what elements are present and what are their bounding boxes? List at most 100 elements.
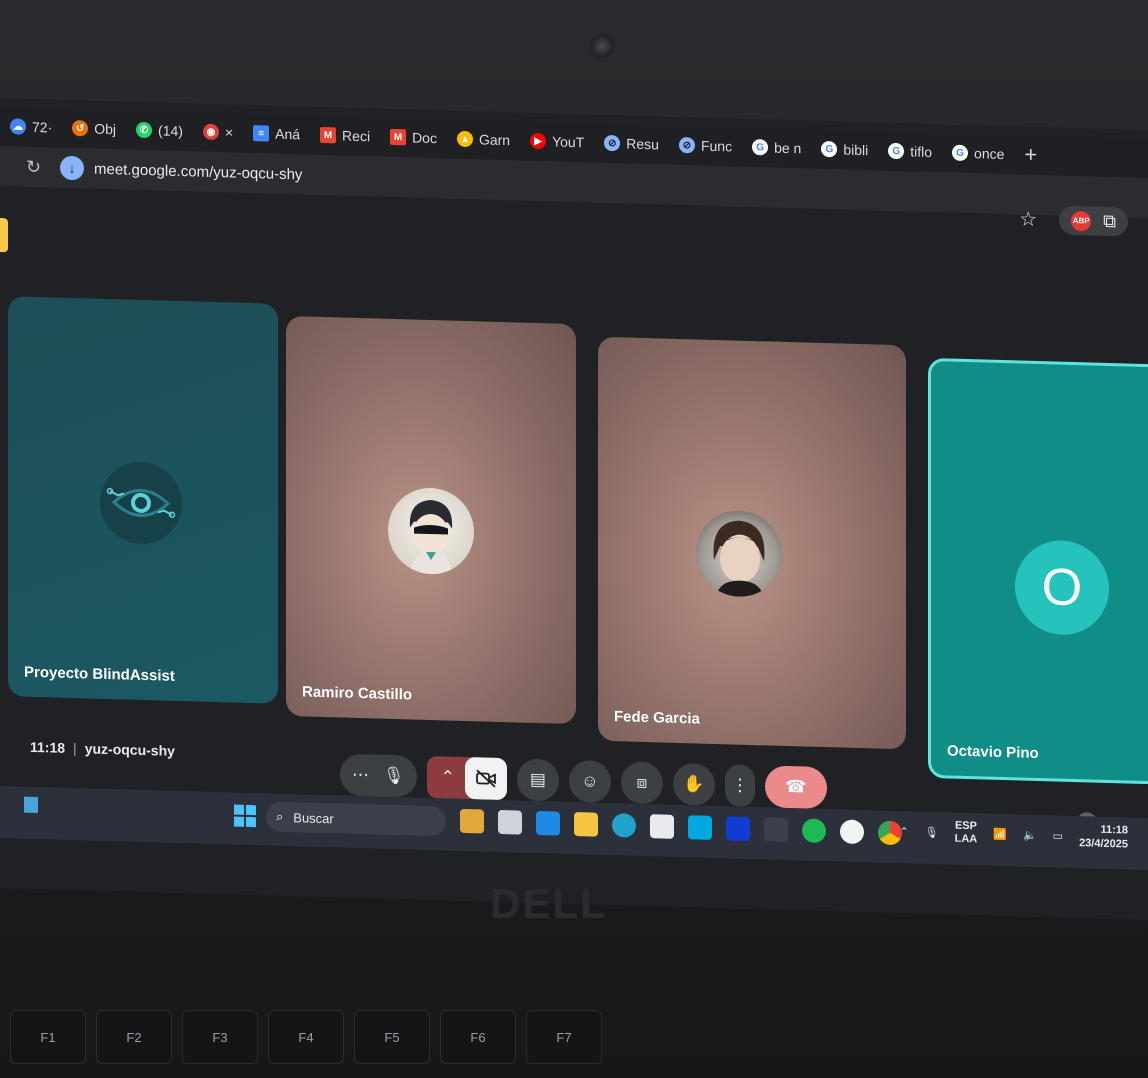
extensions-pill: ABP ⧉: [1059, 205, 1128, 237]
chrome-icon[interactable]: [878, 820, 902, 846]
eye-circuit-icon: [106, 487, 176, 519]
whatsapp-icon: ✆: [136, 121, 153, 139]
participant-tile-speaking: O Octavio Pino: [928, 357, 1148, 785]
docs-icon: ≡: [253, 125, 270, 142]
raise-hand-button[interactable]: ✋: [672, 762, 715, 806]
browser-tab[interactable]: M Doc: [380, 123, 447, 153]
avatar-initial: O: [1015, 539, 1109, 636]
participant-name: Ramiro Castillo: [302, 683, 413, 704]
gmail-icon: M: [390, 128, 407, 146]
task-view-icon[interactable]: [498, 809, 522, 835]
app-icon[interactable]: [764, 817, 788, 843]
keyboard-key: F6: [440, 1010, 516, 1064]
bookmark-star-icon[interactable]: ☆: [1019, 206, 1037, 232]
copilot-icon[interactable]: [460, 808, 484, 834]
start-button[interactable]: [234, 804, 256, 828]
url-text[interactable]: meet.google.com/yuz-oqcu-shy: [94, 160, 302, 183]
gmail-icon: M: [320, 126, 337, 144]
chevron-up-icon[interactable]: ⌃: [899, 825, 908, 838]
browser-tab[interactable]: ▶ YouT: [520, 127, 594, 157]
compass-icon: ⊘: [678, 136, 695, 154]
avatar: [388, 486, 474, 576]
circle-app-icon[interactable]: [840, 819, 864, 845]
keyboard-key: F3: [182, 1010, 258, 1064]
meeting-time: 11:18: [30, 738, 66, 756]
browser-tab-active[interactable]: ◉ ×: [193, 117, 243, 146]
browser-tab[interactable]: Gtiflo: [878, 137, 942, 167]
browser-tab[interactable]: ⊘ Func: [669, 131, 742, 161]
browser-tab[interactable]: ☁ 72·: [0, 112, 62, 142]
browser-tab[interactable]: ↺ Obj: [62, 114, 126, 144]
file-explorer-icon[interactable]: [574, 812, 598, 837]
emoji-icon: ☺: [581, 771, 599, 791]
google-icon: G: [952, 144, 969, 162]
captions-button[interactable]: ▤: [516, 758, 559, 802]
microphone-icon[interactable]: 🎙: [925, 825, 939, 838]
volume-icon[interactable]: 🔈: [1023, 828, 1037, 841]
leave-call-button[interactable]: ☎: [764, 765, 827, 810]
clock[interactable]: 11:18 23/4/2025: [1079, 822, 1128, 851]
disney-icon[interactable]: [726, 816, 750, 841]
more-options-button[interactable]: ⋮: [724, 764, 755, 808]
browser-tab[interactable]: Gbe n: [742, 133, 811, 163]
adblock-icon[interactable]: ABP: [1071, 210, 1092, 231]
hang-up-icon: ☎: [785, 776, 807, 797]
keyboard-key: F1: [10, 1010, 86, 1064]
widgets-icon[interactable]: [24, 796, 38, 814]
keyboard-key: F4: [268, 1010, 344, 1064]
keyboard-key: F2: [96, 1010, 172, 1064]
camera-off-icon[interactable]: [464, 756, 507, 801]
webcam: [590, 34, 614, 58]
chevron-up-icon[interactable]: ⌃: [441, 767, 455, 787]
camera-control-group: ⌃: [426, 755, 507, 801]
store-icon[interactable]: [650, 814, 674, 839]
audio-settings-more-icon[interactable]: ⋯: [352, 765, 369, 785]
side-panel-tab[interactable]: [0, 218, 8, 253]
reactions-button[interactable]: ☺: [568, 759, 611, 804]
taskbar-apps: [460, 808, 902, 846]
browser-tab[interactable]: ≡ Aná: [243, 119, 310, 149]
google-icon: G: [888, 142, 905, 160]
prime-video-icon[interactable]: [688, 815, 712, 840]
keyboard-function-row: F1 F2 F3 F4 F5 F6 F7: [0, 1010, 1148, 1078]
laptop-bezel: ☁ 72· ↺ Obj ✆ (14) ◉ × ≡ Aná M Reci M Doc ▲ Garn…: [0, 0, 1148, 1078]
wifi-icon[interactable]: 📶: [993, 827, 1007, 840]
compass-icon: ⊘: [604, 134, 621, 152]
site-info-icon[interactable]: ↓: [60, 155, 84, 181]
taskbar-search[interactable]: ⌕ Buscar: [266, 801, 446, 837]
participant-name: Octavio Pino: [947, 742, 1039, 763]
google-icon: G: [821, 140, 838, 158]
close-tab-icon[interactable]: ×: [225, 124, 233, 140]
microphone-icon[interactable]: 🎙: [383, 766, 405, 787]
participant-tile: Proyecto BlindAssist: [8, 296, 278, 704]
battery-icon[interactable]: ▭: [1053, 829, 1063, 842]
captions-icon: ▤: [529, 769, 546, 790]
browser-tab[interactable]: ✆ (14): [126, 116, 193, 146]
browser-tab[interactable]: Gbibli: [811, 135, 878, 165]
history-icon: ↺: [72, 120, 89, 137]
present-screen-button[interactable]: ⧈: [620, 761, 663, 805]
browser-tab[interactable]: ⊘ Resu: [594, 129, 669, 159]
search-label: Buscar: [293, 809, 334, 826]
address-bar[interactable]: ↓ meet.google.com/yuz-oqcu-shy: [60, 155, 302, 187]
extensions-puzzle-icon[interactable]: ⧉: [1103, 211, 1116, 232]
keyboard-key: F7: [526, 1010, 602, 1064]
more-vertical-icon: ⋮: [731, 775, 749, 795]
present-icon: ⧈: [636, 772, 648, 793]
defender-icon[interactable]: [536, 810, 560, 836]
spotify-icon[interactable]: [802, 818, 826, 844]
google-icon: G: [752, 139, 769, 156]
browser-toolbar-right: ☆ ABP ⧉: [1019, 204, 1148, 237]
youtube-icon: ▶: [530, 132, 547, 150]
browser-tab[interactable]: Gonce: [942, 138, 1014, 168]
edge-icon[interactable]: [612, 813, 636, 838]
participant-name: Fede Garcia: [614, 708, 700, 728]
new-tab-button[interactable]: +: [1014, 141, 1047, 168]
reload-icon[interactable]: ↻: [26, 156, 46, 178]
blindassist-logo-icon: [100, 460, 182, 546]
audio-control-group: ⋯ 🎙: [340, 753, 417, 798]
language-indicator[interactable]: ESP LAA: [955, 820, 978, 847]
browser-tab[interactable]: M Reci: [310, 121, 380, 151]
colorful-app-icon: ◉: [202, 123, 219, 141]
browser-tab[interactable]: ▲ Garn: [447, 124, 520, 154]
